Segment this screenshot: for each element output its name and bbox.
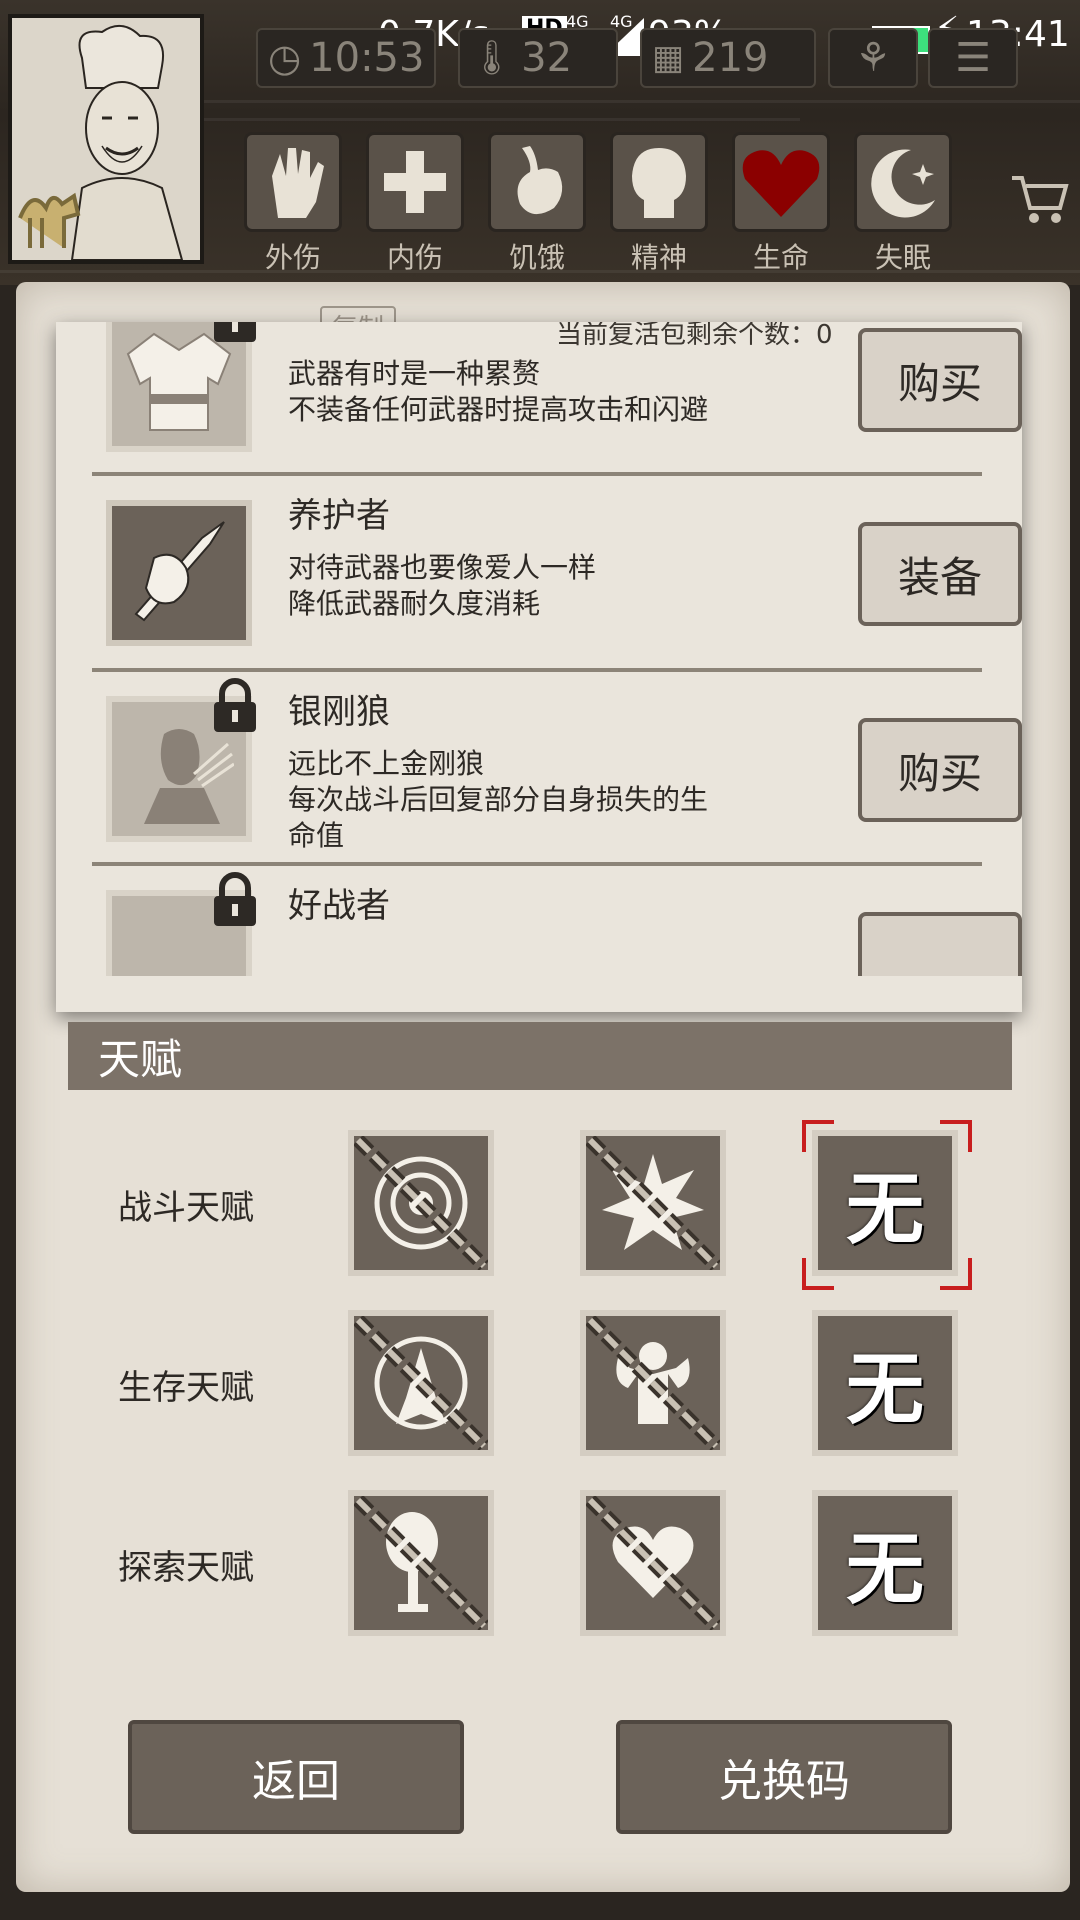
- lock-icon: [214, 872, 256, 926]
- status-health[interactable]: [732, 132, 830, 232]
- hand-icon: [272, 148, 324, 218]
- talent-section-header: 天赋: [68, 1022, 1012, 1090]
- game-clock: ◷ 10:53: [256, 28, 436, 88]
- perk-description: 远比不上金刚狼 每次战斗后回复部分自身损失的生 命值: [288, 746, 758, 854]
- calendar-icon: ▦: [652, 38, 685, 78]
- back-button[interactable]: 返回: [128, 1720, 464, 1834]
- status-label-hunger: 饥饿: [508, 241, 565, 274]
- status-label-insomnia: 失眠: [874, 241, 931, 274]
- status-internal-injury[interactable]: [366, 132, 464, 232]
- temperature-value: 32: [521, 35, 573, 81]
- none-glyph: 无: [845, 1165, 924, 1255]
- spear-hand-icon: [134, 521, 225, 622]
- buy-button[interactable]: 购买: [858, 328, 1022, 432]
- talent-label-survival: 生存天赋: [118, 1368, 254, 1408]
- perk-desc-line: 武器有时是一种累赘: [288, 357, 541, 390]
- chain-lock-icon: [354, 1136, 488, 1270]
- none-glyph: 无: [845, 1525, 924, 1615]
- day-counter: ▦ 219: [640, 28, 816, 88]
- status-hunger[interactable]: [488, 132, 586, 232]
- equip-button[interactable]: 装备: [858, 522, 1022, 626]
- temperature-display: 🌡︎ 32: [458, 28, 618, 88]
- perk-name: 好战者: [288, 886, 390, 926]
- perk-desc-line: 命值: [288, 819, 345, 852]
- selection-corner: [802, 1258, 834, 1290]
- redeem-code-button[interactable]: 兑换码: [616, 1720, 952, 1834]
- talent-slot-heart-hand[interactable]: [580, 1490, 726, 1636]
- talent-slot-burst[interactable]: [580, 1130, 726, 1276]
- cross-icon: [384, 151, 446, 213]
- perk-description: 对待武器也要像爱人一样 降低武器耐久度消耗: [288, 550, 758, 622]
- perk-desc-line: 对待武器也要像爱人一样: [288, 551, 597, 584]
- status-insomnia[interactable]: [854, 132, 952, 232]
- menu-button[interactable]: ☰: [928, 28, 1018, 88]
- perk-name: 养护者: [288, 496, 390, 536]
- clock-icon: ◷: [268, 36, 302, 80]
- chain-lock-icon: [354, 1316, 488, 1450]
- day-value: 219: [692, 35, 769, 81]
- selection-corner: [802, 1120, 834, 1152]
- shop-cart-icon[interactable]: [1010, 168, 1070, 228]
- status-label-internal-injury: 内伤: [386, 241, 443, 274]
- top-hud: 0.7K/s HD 4G 4G 93% ⚡ 13:41 ◷ 10:53 🌡︎ 3…: [0, 0, 1080, 285]
- chain-lock-icon: [586, 1136, 720, 1270]
- talent-slot-muscle[interactable]: [580, 1310, 726, 1456]
- status-mental[interactable]: [610, 132, 708, 232]
- buy-button[interactable]: 购买: [858, 718, 1022, 822]
- lock-icon: [214, 678, 256, 732]
- talent-label-combat: 战斗天赋: [118, 1188, 254, 1228]
- head-icon: [632, 148, 686, 218]
- heart-icon: [742, 150, 820, 217]
- chain-lock-icon: [586, 1496, 720, 1630]
- perk-item: 武器有时是一种累赘 不装备任何武器时提高攻击和闪避 购买: [92, 322, 1022, 470]
- game-clock-value: 10:53: [309, 35, 425, 81]
- status-label-health: 生命: [752, 241, 809, 274]
- list-fade: [56, 976, 1022, 1012]
- talent-label-exploration: 探索天赋: [118, 1548, 254, 1588]
- none-glyph: 无: [845, 1345, 924, 1435]
- chain-lock-icon: [586, 1316, 720, 1450]
- perk-icon: [106, 500, 252, 646]
- perk-list-popup[interactable]: 当前复活包剩余个数：0 武器有时是一种累赘 不装备任何武器时提高攻击和闪避 购买…: [56, 322, 1022, 1012]
- plant-button[interactable]: ⚘: [828, 28, 918, 88]
- perk-desc-line: 远比不上金刚狼: [288, 747, 485, 780]
- status-label-external-injury: 外伤: [264, 241, 321, 274]
- perk-desc-line: 每次战斗后回复部分自身损失的生: [288, 783, 709, 816]
- perk-item: 养护者 对待武器也要像爱人一样 降低武器耐久度消耗 装备: [92, 472, 1022, 664]
- selection-corner: [940, 1120, 972, 1152]
- perk-desc-line: 降低武器耐久度消耗: [288, 587, 541, 620]
- menu-icon: ☰: [955, 35, 991, 81]
- thermometer-icon: 🌡︎: [470, 38, 514, 78]
- lock-icon: [214, 322, 256, 342]
- talent-slot-empty[interactable]: 无: [812, 1490, 958, 1636]
- status-label-mental: 精神: [630, 241, 687, 274]
- perk-item: 银刚狼 远比不上金刚狼 每次战斗后回复部分自身损失的生 命值 购买: [92, 668, 1022, 860]
- talent-slot-empty[interactable]: 无: [812, 1310, 958, 1456]
- talent-slot-hands[interactable]: [348, 1310, 494, 1456]
- moon-icon: [871, 149, 935, 218]
- talent-slot-shovel[interactable]: [348, 1490, 494, 1636]
- perk-description: 武器有时是一种累赘 不装备任何武器时提高攻击和闪避: [288, 356, 758, 428]
- stomach-icon: [517, 146, 563, 215]
- chain-lock-icon: [354, 1496, 488, 1630]
- perk-name: 银刚狼: [288, 692, 390, 732]
- status-external-injury[interactable]: [244, 132, 342, 232]
- perk-desc-line: 不装备任何武器时提高攻击和闪避: [288, 393, 709, 426]
- selection-corner: [940, 1258, 972, 1290]
- plant-icon: ⚘: [855, 35, 891, 81]
- talent-slot-target[interactable]: [348, 1130, 494, 1276]
